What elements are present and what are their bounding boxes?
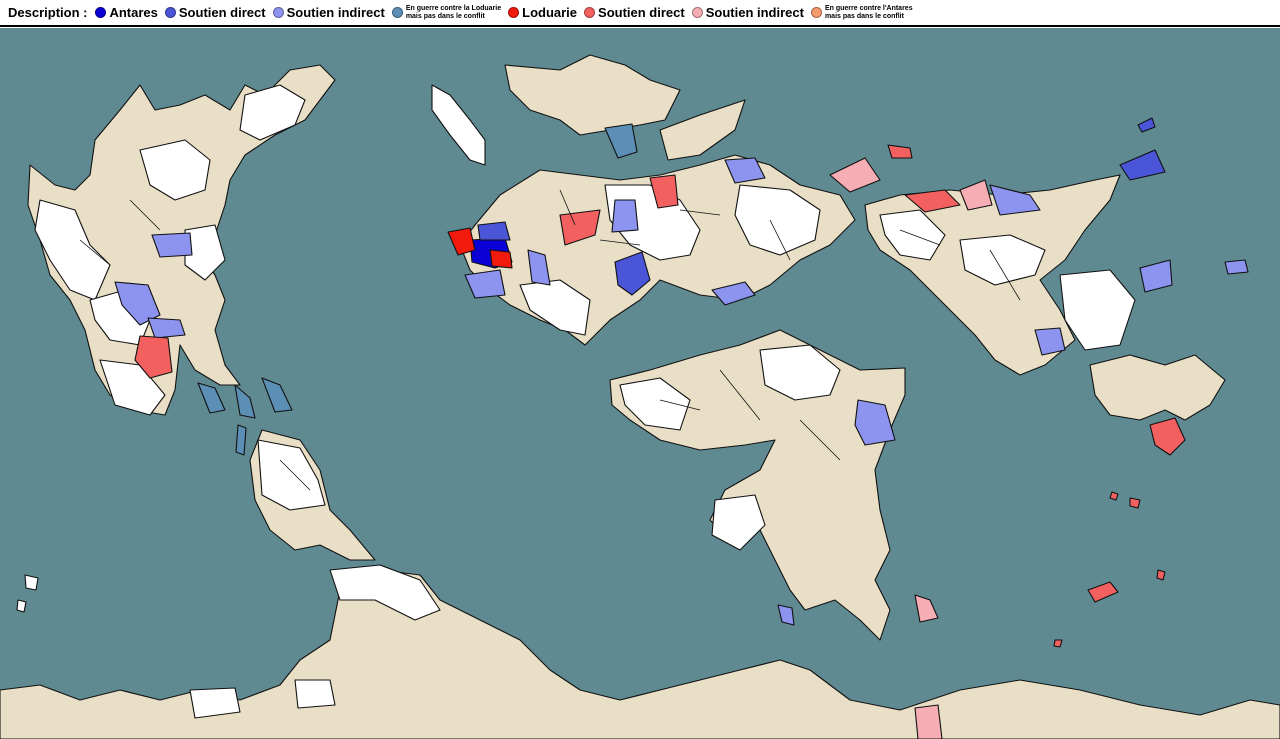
legend-item-antares-indirect-support: Soutien indirect xyxy=(272,5,385,20)
legend-label: En guerre contre la Loduarie mais pas da… xyxy=(405,4,502,20)
antares-direct-support-color-dot xyxy=(164,7,176,18)
loduarie-direct-support-islands-b xyxy=(1109,491,1119,501)
antares-indirect-support-central-b xyxy=(611,199,639,233)
legend-label: En guerre contre l'Antares mais pas dans… xyxy=(824,4,913,20)
legend-item-at-war-with-loduarie: En guerre contre la Loduarie mais pas da… xyxy=(391,4,502,21)
legend-item-antares-direct-support: Soutien direct xyxy=(164,5,266,20)
legend-item-at-war-with-antares: En guerre contre l'Antares mais pas dans… xyxy=(810,4,913,21)
legend-item-loduarie-indirect-support: Soutien indirect xyxy=(691,5,804,20)
loduarie-color-dot xyxy=(508,7,520,18)
legend-item-antares: Antares xyxy=(95,5,158,20)
loduarie-direct-support-islands-d xyxy=(1156,569,1166,581)
neutral-island-west-b xyxy=(16,599,27,613)
antares-direct-support-central-a xyxy=(477,221,511,241)
legend-label: Soutien direct xyxy=(178,5,266,20)
legend-title: Description : xyxy=(8,5,88,20)
legend-label: Soutien indirect xyxy=(705,5,804,20)
loduarie-indirect-support-color-dot xyxy=(691,7,703,18)
loduarie-direct-support-islands-c xyxy=(1129,497,1141,509)
neutral-island-west-a xyxy=(24,574,39,591)
legend-label: Soutien indirect xyxy=(286,5,385,20)
at-war-with-loduarie-color-dot xyxy=(391,7,403,18)
legend-label: Soutien direct xyxy=(598,5,685,20)
antares-indirect-support-island-far-east xyxy=(1224,259,1249,275)
loduarie-direct-support-color-dot xyxy=(584,7,596,18)
antares-indirect-support-color-dot xyxy=(272,7,284,18)
legend-item-loduarie: Loduarie xyxy=(508,5,577,20)
neutral-south-band-c xyxy=(294,679,336,709)
at-war-with-loduarie-islands-d xyxy=(235,424,247,456)
loduarie-core-b xyxy=(489,249,513,269)
legend-label: Antares xyxy=(109,5,158,20)
neutral-south-band-b xyxy=(189,687,241,719)
world-map xyxy=(0,28,1280,739)
antares-color-dot xyxy=(95,7,107,18)
at-war-with-antares-color-dot xyxy=(810,7,822,18)
legend-bar: Description : Antares Soutien direct Sou… xyxy=(0,0,1280,27)
loduarie-direct-support-islands-e xyxy=(1053,639,1063,648)
loduarie-indirect-support-south-band xyxy=(914,704,943,739)
legend-label: Loduarie xyxy=(522,5,578,20)
legend-item-loduarie-direct-support: Soutien direct xyxy=(584,5,685,20)
antares-indirect-support-northwest-c xyxy=(147,317,186,339)
